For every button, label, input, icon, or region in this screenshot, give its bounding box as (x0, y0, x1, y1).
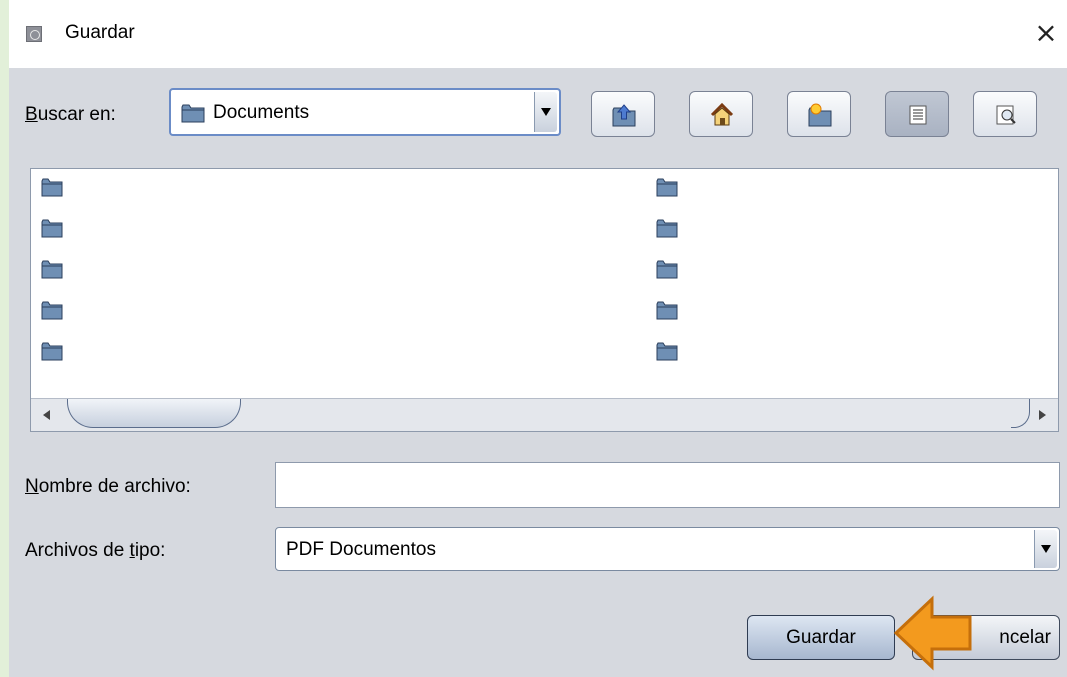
filename-label: Nombre de archivo: (25, 476, 191, 498)
list-item[interactable] (656, 341, 678, 361)
up-one-level-button[interactable] (591, 91, 655, 137)
scroll-right-icon[interactable] (1039, 410, 1046, 420)
folder-icon (656, 260, 678, 279)
list-view-button[interactable] (885, 91, 949, 137)
orange-arrow-pointer-icon (894, 595, 972, 671)
home-button[interactable] (689, 91, 753, 137)
list-item[interactable] (656, 177, 678, 197)
filetype-label: Archivos de tipo: (25, 540, 165, 562)
scroll-left-icon[interactable] (43, 410, 50, 420)
list-item[interactable] (656, 218, 678, 238)
filename-label-mnemonic: N (25, 476, 39, 497)
scrollbar-thumb[interactable] (67, 399, 241, 428)
list-item[interactable] (41, 259, 63, 279)
new-folder-icon (808, 103, 832, 127)
folder-icon (41, 178, 63, 197)
folder-icon (41, 342, 63, 361)
filetype-combobox[interactable]: PDF Documentos (275, 527, 1060, 571)
lookin-value: Documents (213, 102, 310, 123)
list-view-icon (909, 105, 927, 125)
lookin-label-text: uscar en: (37, 104, 116, 125)
filetype-label-text: ipo: (134, 540, 166, 561)
folder-icon (41, 260, 63, 279)
filetype-label-prefix: Archivos de (25, 540, 130, 561)
details-view-button[interactable] (973, 91, 1037, 137)
folder-icon (656, 301, 678, 320)
home-icon (710, 102, 734, 126)
close-button[interactable]: × (1029, 14, 1063, 52)
chevron-down-icon[interactable] (534, 92, 557, 132)
folder-icon (656, 178, 678, 197)
folder-icon (656, 342, 678, 361)
save-button[interactable]: Guardar (747, 615, 895, 660)
lookin-combobox[interactable]: Documents (169, 88, 561, 136)
filetype-value: PDF Documentos (286, 539, 436, 560)
title-bar[interactable]: Guardar × (9, 0, 1067, 68)
filename-input[interactable] (275, 462, 1060, 508)
java-app-icon (26, 26, 42, 42)
details-view-icon (996, 105, 1016, 125)
folder-icon (41, 301, 63, 320)
file-list[interactable] (30, 168, 1059, 432)
folder-icon (656, 219, 678, 238)
lookin-label: Buscar en: (25, 104, 116, 126)
folder-up-icon (612, 104, 636, 127)
new-folder-button[interactable] (787, 91, 851, 137)
chevron-down-icon[interactable] (1034, 530, 1057, 568)
dialog-title: Guardar (65, 22, 135, 43)
list-item[interactable] (41, 218, 63, 238)
list-item[interactable] (656, 300, 678, 320)
list-item[interactable] (41, 341, 63, 361)
filename-label-text: ombre de archivo: (38, 476, 191, 497)
lookin-label-mnemonic: B (25, 104, 38, 125)
save-dialog: Guardar × Buscar en: Documents Nombre de… (9, 0, 1067, 677)
folder-icon (41, 219, 63, 238)
list-item[interactable] (41, 177, 63, 197)
list-item[interactable] (41, 300, 63, 320)
cancel-button-label: ncelar (999, 627, 1051, 648)
horizontal-scrollbar[interactable] (31, 398, 1058, 431)
folder-icon (181, 104, 205, 123)
scrollbar-track-end (1011, 399, 1030, 428)
list-item[interactable] (656, 259, 678, 279)
